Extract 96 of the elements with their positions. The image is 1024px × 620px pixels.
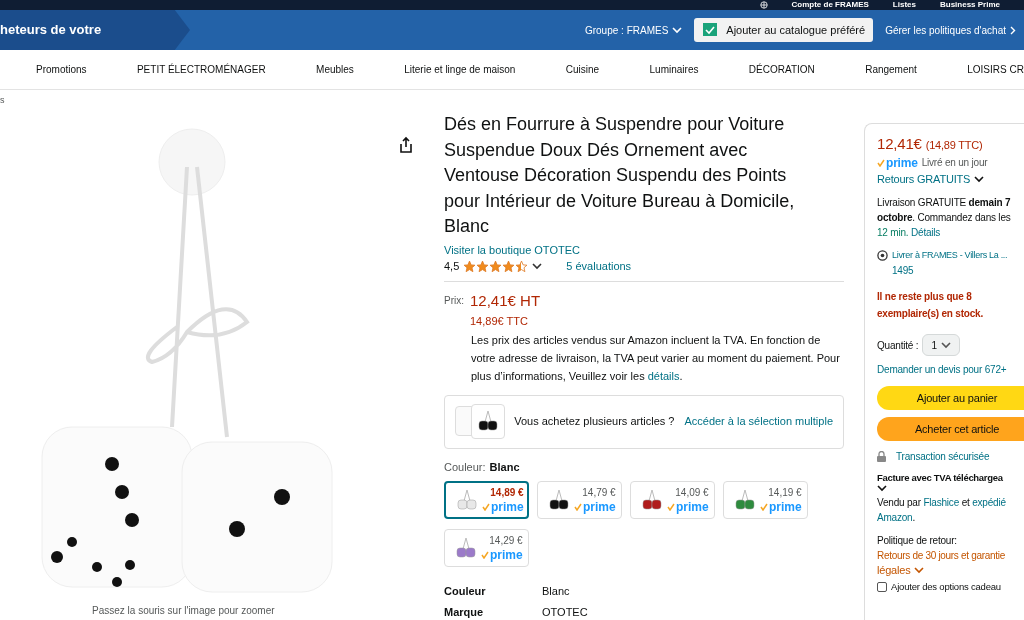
catalog-button[interactable]: Ajouter au catalogue préféré: [694, 18, 874, 42]
policies-link[interactable]: Gérer les politiques d'achat: [885, 22, 1016, 38]
nav-link[interactable]: Cuisine: [565, 62, 600, 77]
product-title: Dés en Fourrure à Suspendre pour Voiture Suspendue Doux Dés Ornement avec Ventouse Décoration Suspendu des Points pour Intérieur de Voiture Bureau à Domicile, Blanc: [444, 113, 796, 238]
stock-warning: Il ne reste plus que 8 exemplaire(s) en stock.: [877, 290, 984, 321]
prime-logo: prime: [667, 500, 709, 513]
chevron-down-icon: [672, 26, 683, 34]
variant-price: 14,19 €: [768, 487, 802, 498]
location-pin-icon: [877, 250, 888, 261]
secure-transaction-link[interactable]: Transaction sécurisée: [896, 449, 990, 464]
color-label: Couleur:: [444, 459, 486, 475]
checkmark-icon: [482, 502, 490, 511]
nav-link[interactable]: DÉCORATION: [748, 62, 815, 77]
return-policy-dropdown[interactable]: légales: [877, 563, 1024, 578]
lists-link[interactable]: Listes: [892, 0, 916, 10]
account-link[interactable]: Compte de FRAMES: [791, 0, 869, 10]
nav-link[interactable]: Meubles: [316, 62, 354, 77]
price-label: Prix:: [444, 293, 464, 308]
store-link[interactable]: Visiter la boutique OTOTEC: [444, 241, 844, 258]
shipper-link[interactable]: Amazon: [877, 512, 913, 523]
prime-logo: prime: [574, 500, 616, 513]
nav-link[interactable]: PETIT ÉLECTROMÉNAGER: [136, 62, 266, 77]
buy-now-button[interactable]: Acheter cet article: [877, 417, 1024, 441]
variant-price: 14,79 €: [582, 487, 616, 498]
price-ht: 12,41€ HT: [470, 290, 541, 311]
multi-select-link[interactable]: Accéder à la sélection multiple: [684, 413, 833, 430]
dice-thumbnail: [477, 410, 499, 432]
reviews-link[interactable]: 5 évaluations: [566, 258, 632, 275]
rating-value: 4,5: [444, 259, 460, 274]
lock-icon: [877, 451, 886, 462]
chevron-right-icon: [1010, 25, 1016, 35]
gift-checkbox[interactable]: [877, 581, 887, 592]
buybox-price: 12,41€: [877, 136, 922, 151]
chevron-down-icon: [532, 262, 543, 270]
delivery-speed: Livré en un jour: [921, 156, 988, 170]
color-variant[interactable]: 14,89 € prime: [444, 481, 529, 519]
checkmark-icon: [667, 502, 675, 511]
quantity-label: Quantité :: [877, 338, 919, 353]
quantity-selector[interactable]: 1: [922, 334, 960, 356]
delivery-location[interactable]: Livrer à FRAMES - Villers La ...: [892, 248, 1008, 263]
checkmark-icon: [760, 502, 768, 511]
add-to-cart-button[interactable]: Ajouter au panier: [877, 386, 1024, 410]
price-ttc: 14,89€ TTC: [470, 314, 529, 329]
nav-link[interactable]: LOISIRS CR: [967, 62, 1024, 77]
star-rating[interactable]: [463, 259, 529, 273]
quote-link[interactable]: Demander un devis pour 672+: [877, 362, 1024, 377]
location-code[interactable]: 1495: [892, 263, 1008, 278]
spec-value: Blanc: [542, 584, 570, 599]
returns-dropdown[interactable]: Retours GRATUITS: [877, 172, 1024, 187]
seller-link[interactable]: Flashice: [923, 497, 960, 508]
banner-title: heteurs de votre: [0, 21, 102, 40]
spec-value: OTOTEC: [542, 604, 588, 620]
color-variant[interactable]: 14,29 € prime: [444, 529, 529, 567]
invoice-label: Facture avec TVA téléchargea: [877, 471, 1004, 485]
color-variant[interactable]: 14,09 € prime: [630, 481, 715, 519]
shipped-link[interactable]: expédié: [972, 497, 1006, 508]
share-icon[interactable]: [398, 136, 414, 154]
buybox-price-ttc: (14,89 TTC): [925, 138, 983, 153]
color-value: Blanc: [489, 459, 520, 475]
chevron-down-icon: [940, 341, 951, 349]
delivery-info: Livraison GRATUITE demain 7 octobre. Commandez dans les 12 min. Détails: [877, 196, 1012, 240]
gift-option-label: Ajouter des options cadeau: [891, 580, 1001, 594]
details-link[interactable]: détails: [647, 369, 680, 382]
seller-info: Vendu par Flashice et expédié Amazon.: [877, 496, 1007, 525]
nav-link[interactable]: Rangement: [865, 62, 917, 77]
spec-label: Marque: [444, 604, 485, 620]
checkmark-icon: [481, 550, 489, 559]
chevron-down-icon: [914, 567, 925, 574]
prime-logo: prime: [877, 156, 918, 169]
nav-link[interactable]: Promotions: [36, 62, 87, 77]
checkmark-icon: [574, 502, 582, 511]
image-caption: Passez la souris sur l'image pour zoomer: [92, 604, 276, 618]
variant-price: 14,09 €: [675, 487, 709, 498]
check-icon: [702, 22, 719, 38]
prime-logo: prime: [760, 500, 802, 513]
spec-label: Couleur: [444, 584, 487, 599]
variant-price: 14,29 €: [489, 535, 523, 546]
breadcrumb[interactable]: s: [0, 96, 430, 105]
multi-select-text: Vous achetez plusieurs articles ?: [514, 414, 675, 430]
business-link[interactable]: Business Prime: [939, 0, 1000, 10]
nav-link[interactable]: Literie et linge de maison: [404, 62, 516, 77]
return-policy-label: Politique de retour:: [877, 534, 958, 548]
prime-logo: prime: [482, 500, 524, 513]
color-variant[interactable]: 14,19 € prime: [723, 481, 808, 519]
nav-link[interactable]: Luminaires: [649, 62, 699, 77]
chevron-down-icon: [974, 176, 985, 183]
group-selector[interactable]: Groupe : FRAMES: [584, 22, 683, 38]
return-policy-link[interactable]: Retours de 30 jours et garantie: [877, 548, 1024, 563]
chevron-down-icon: [877, 485, 887, 492]
color-variant[interactable]: 14,79 € prime: [537, 481, 622, 519]
globe-icon: [759, 1, 768, 9]
details-link[interactable]: Détails: [911, 227, 941, 238]
checkmark-icon: [877, 158, 885, 167]
vat-note: Les prix des articles vendus sur Amazon incluent la TVA. En fonction de votre adresse de livraison, la TVA peut varier au moment du paiement. Pour plus d’informations, Veuillez voir les détails.: [471, 332, 841, 384]
prime-logo: prime: [481, 548, 523, 561]
variant-price: 14,89 €: [490, 487, 524, 498]
